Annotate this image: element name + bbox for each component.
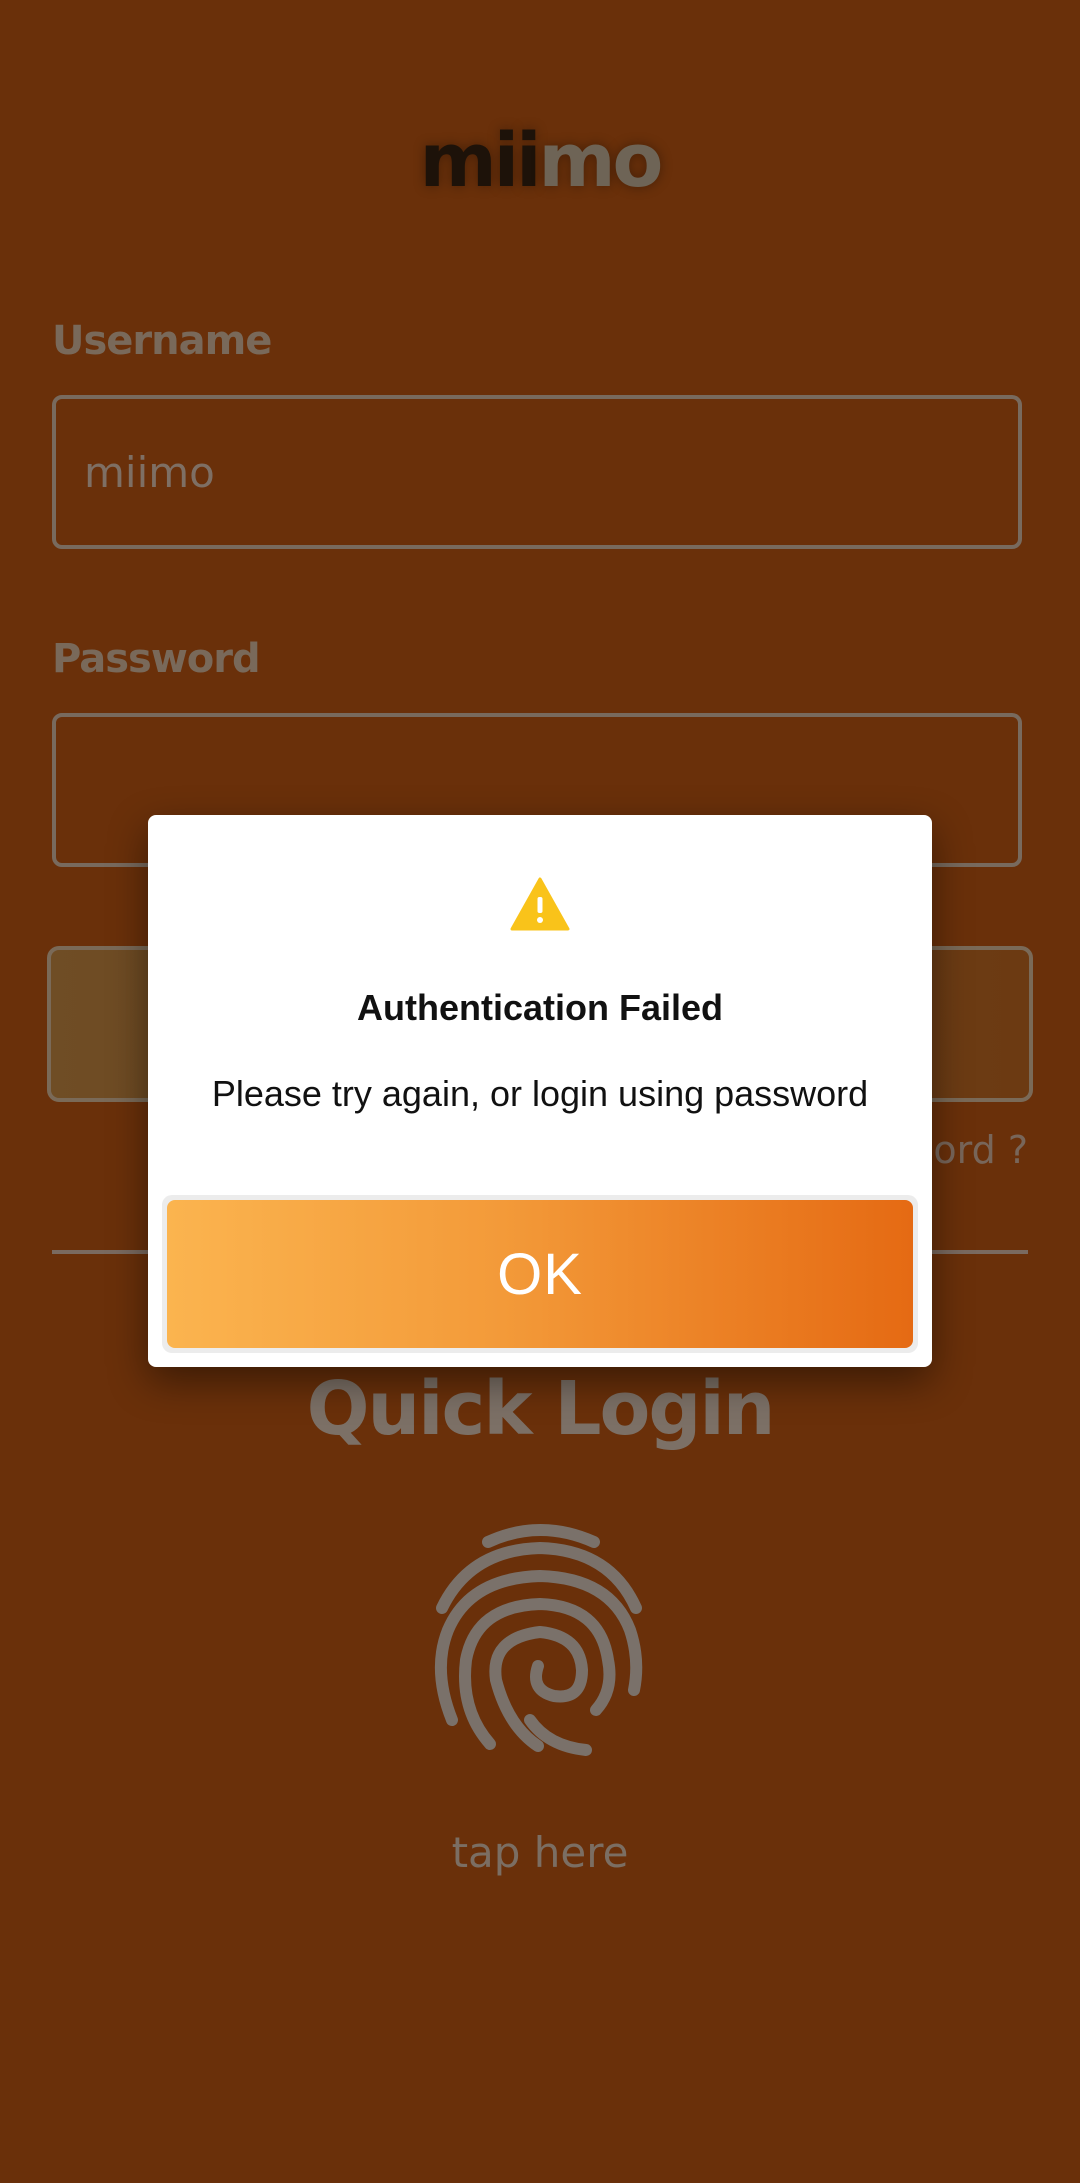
logo-part-1: mii — [419, 118, 542, 204]
fingerprint-icon[interactable] — [430, 1520, 650, 1760]
username-label: Username — [52, 318, 272, 364]
ok-button-frame: OK — [162, 1195, 918, 1353]
logo-part-2: mo — [538, 118, 663, 204]
username-field-box — [52, 395, 1022, 549]
app-logo: miimo — [0, 118, 1080, 204]
dialog-title: Authentication Failed — [356, 987, 723, 1028]
tap-here-label[interactable]: tap here — [0, 1828, 1080, 1877]
dialog-message: Please try again, or login using passwor… — [211, 1073, 869, 1114]
warning-icon — [510, 877, 570, 931]
username-input[interactable] — [56, 399, 1018, 545]
password-label: Password — [52, 636, 261, 682]
auth-failed-dialog: Authentication Failed Please try again, … — [148, 815, 932, 1367]
quick-login-title: Quick Login — [306, 1366, 776, 1452]
ok-button[interactable]: OK — [167, 1200, 913, 1348]
